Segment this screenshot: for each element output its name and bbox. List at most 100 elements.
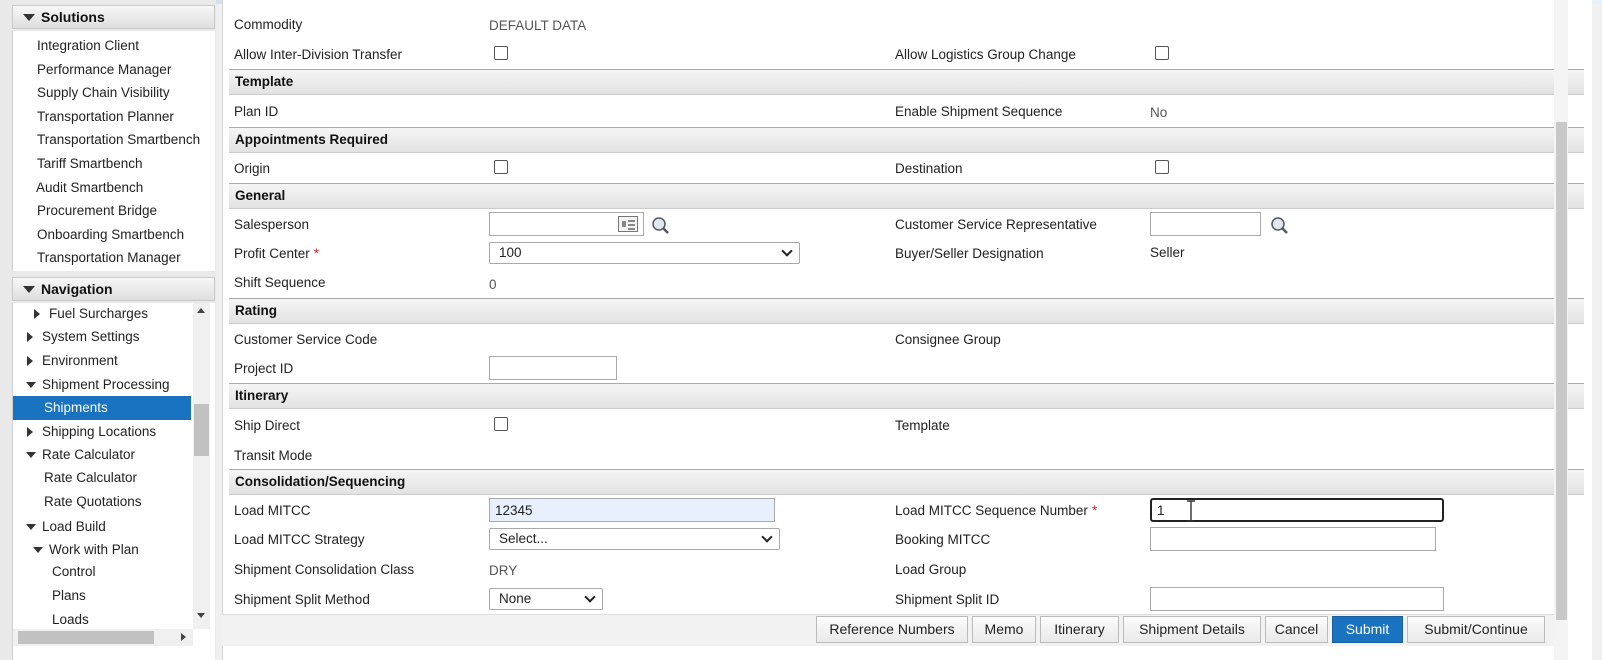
shipment-details-button[interactable]: Shipment Details xyxy=(1123,616,1261,643)
nav-loads[interactable]: Loads xyxy=(52,609,89,631)
nav-plans[interactable]: Plans xyxy=(52,585,86,607)
csr-input[interactable] xyxy=(1150,212,1261,236)
lookup-icon[interactable] xyxy=(651,216,671,234)
scroll-up-icon[interactable] xyxy=(197,308,205,313)
solution-supply-chain-visibility[interactable]: Supply Chain Visibility xyxy=(37,85,170,100)
nav-system-settings[interactable]: System Settings xyxy=(27,326,140,348)
load-mitcc-strategy-label: Load MITCC Strategy xyxy=(234,532,365,547)
memo-button[interactable]: Memo xyxy=(972,616,1036,643)
itinerary-button[interactable]: Itinerary xyxy=(1040,616,1119,643)
allow-logistics-checkbox[interactable] xyxy=(1155,46,1169,60)
scroll-down-icon[interactable] xyxy=(197,613,205,618)
shift-seq-value: 0 xyxy=(489,277,497,292)
shift-seq-label: Shift Sequence xyxy=(234,275,326,290)
expand-icon[interactable] xyxy=(27,427,33,437)
submit-continue-button[interactable]: Submit/Continue xyxy=(1407,616,1545,643)
nav-shipments[interactable]: Shipments xyxy=(13,396,191,420)
card-list-icon[interactable] xyxy=(618,216,638,232)
main-vertical-scrollbar[interactable] xyxy=(1554,0,1568,660)
scroll-right-icon[interactable] xyxy=(181,633,186,641)
allow-inter-division-label: Allow Inter-Division Transfer xyxy=(234,47,403,62)
scroll-thumb[interactable] xyxy=(1556,122,1567,620)
booking-mitcc-input[interactable] xyxy=(1150,527,1436,551)
scroll-thumb[interactable] xyxy=(194,404,209,456)
nav-fuel-surcharges[interactable]: Fuel Surcharges xyxy=(34,303,148,325)
expand-icon[interactable] xyxy=(27,332,33,342)
split-method-label: Shipment Split Method xyxy=(234,592,370,607)
transit-mode-label: Transit Mode xyxy=(234,448,313,463)
navigation-header[interactable]: Navigation xyxy=(12,277,215,301)
nav-rate-calculator-group[interactable]: Rate Calculator xyxy=(26,444,135,466)
profit-center-select[interactable]: 100 xyxy=(489,242,800,264)
consolidation-class-value: DRY xyxy=(489,563,518,578)
solutions-header[interactable]: Solutions xyxy=(12,5,215,29)
collapse-icon[interactable] xyxy=(26,452,36,458)
scroll-thumb[interactable] xyxy=(18,631,154,644)
project-id-label: Project ID xyxy=(234,361,294,376)
submit-button[interactable]: Submit xyxy=(1332,616,1403,643)
navigation-tree: Fuel Surcharges System Settings Environm… xyxy=(12,303,215,660)
load-mitcc-input[interactable] xyxy=(489,498,775,522)
solutions-list: Integration Client Performance Manager S… xyxy=(12,31,215,271)
nav-rate-quotations[interactable]: Rate Quotations xyxy=(44,491,142,513)
commodity-label: Commodity xyxy=(234,17,303,32)
chevron-down-icon xyxy=(761,531,773,543)
section-consolidation: Consolidation/Sequencing xyxy=(229,469,1584,495)
text-cursor-icon xyxy=(1187,500,1195,522)
lookup-icon[interactable] xyxy=(1270,216,1290,234)
plan-id-label: Plan ID xyxy=(234,104,279,119)
consolidation-class-label: Shipment Consolidation Class xyxy=(234,562,415,577)
collapse-icon[interactable] xyxy=(26,524,36,530)
nav-shipment-processing[interactable]: Shipment Processing xyxy=(26,374,170,396)
nav-shipping-locations[interactable]: Shipping Locations xyxy=(27,421,156,443)
nav-environment[interactable]: Environment xyxy=(27,350,118,372)
section-itinerary: Itinerary xyxy=(229,383,1584,409)
csr-label: Customer Service Representative xyxy=(895,217,1097,232)
ship-direct-label: Ship Direct xyxy=(234,418,301,433)
cs-code-label: Customer Service Code xyxy=(234,332,378,347)
section-template: Template xyxy=(229,69,1584,95)
nav-control[interactable]: Control xyxy=(52,561,96,583)
split-id-input[interactable] xyxy=(1150,587,1444,611)
buyer-seller-label: Buyer/Seller Designation xyxy=(895,246,1044,261)
allow-inter-division-checkbox[interactable] xyxy=(494,46,508,60)
load-mitcc-strategy-select[interactable]: Select... xyxy=(489,528,780,550)
destination-checkbox[interactable] xyxy=(1155,160,1169,174)
solution-procurement-bridge[interactable]: Procurement Bridge xyxy=(37,203,157,218)
nav-rate-calculator[interactable]: Rate Calculator xyxy=(44,467,137,489)
solution-performance-manager[interactable]: Performance Manager xyxy=(37,62,171,77)
navigation-title: Navigation xyxy=(41,281,113,297)
collapse-icon[interactable] xyxy=(26,382,36,388)
load-mitcc-seq-label: Load MITCC Sequence Number * xyxy=(895,503,1098,518)
origin-checkbox[interactable] xyxy=(494,160,508,174)
ship-direct-checkbox[interactable] xyxy=(494,417,508,431)
solution-tariff-smartbench[interactable]: Tariff Smartbench xyxy=(37,156,143,171)
enable-seq-value: No xyxy=(1150,105,1168,120)
solution-integration-client[interactable]: Integration Client xyxy=(37,38,139,53)
solution-onboarding-smartbench[interactable]: Onboarding Smartbench xyxy=(37,227,184,242)
nav-work-with-plan[interactable]: Work with Plan xyxy=(33,539,139,561)
profit-center-label: Profit Center * xyxy=(234,246,320,261)
cancel-button[interactable]: Cancel xyxy=(1265,616,1328,643)
load-group-label: Load Group xyxy=(895,562,967,577)
collapse-icon xyxy=(23,286,35,293)
solution-audit-smartbench[interactable]: Audit Smartbench xyxy=(36,180,143,195)
nav-vertical-scrollbar[interactable] xyxy=(193,303,210,629)
origin-label: Origin xyxy=(234,161,271,176)
nav-horizontal-scrollbar[interactable] xyxy=(13,629,193,646)
split-method-select[interactable]: None xyxy=(489,588,603,610)
collapse-icon[interactable] xyxy=(33,547,43,553)
enable-seq-label: Enable Shipment Sequence xyxy=(895,104,1063,119)
solution-transportation-planner[interactable]: Transportation Planner xyxy=(37,109,174,124)
section-appointments: Appointments Required xyxy=(229,127,1584,153)
project-id-input[interactable] xyxy=(489,356,617,380)
nav-load-build[interactable]: Load Build xyxy=(26,516,106,538)
expand-icon[interactable] xyxy=(34,309,40,319)
reference-numbers-button[interactable]: Reference Numbers xyxy=(816,616,968,643)
expand-icon[interactable] xyxy=(27,356,33,366)
solution-transportation-smartbench[interactable]: Transportation Smartbench xyxy=(37,132,200,147)
shipment-form: Commodity DEFAULT DATA Allow Inter-Divis… xyxy=(222,0,1592,660)
solution-transportation-manager[interactable]: Transportation Manager xyxy=(37,250,181,265)
chevron-down-icon xyxy=(781,245,793,257)
itinerary-template-label: Template xyxy=(895,418,950,433)
